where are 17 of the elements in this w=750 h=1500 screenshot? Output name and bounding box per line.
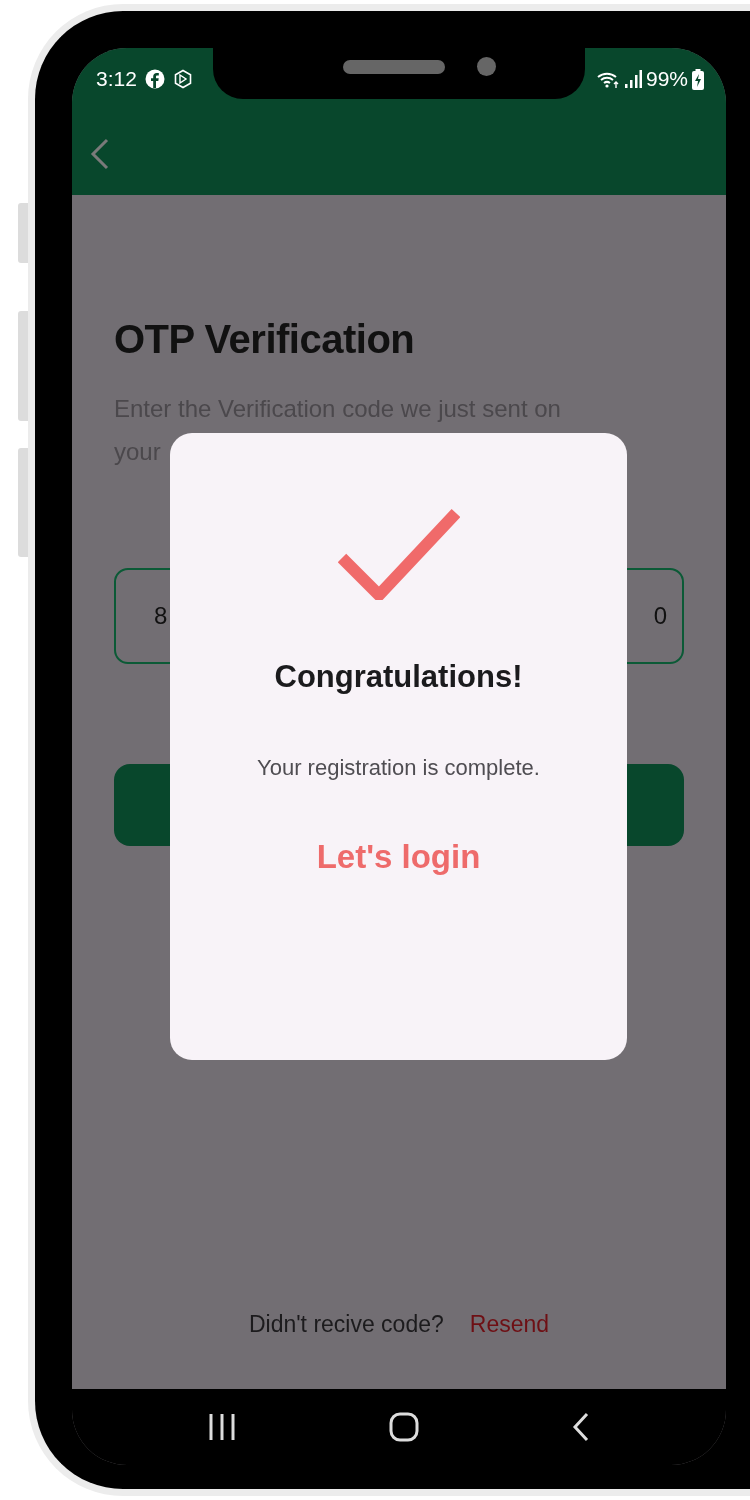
login-button[interactable]: Let's login	[316, 831, 481, 881]
dialog-title: Congratulations!	[274, 658, 523, 696]
home-icon[interactable]	[389, 1412, 419, 1442]
circle-f-icon	[144, 69, 165, 89]
battery-percent: 99%	[645, 66, 688, 93]
signal-icon	[623, 69, 642, 89]
status-time: 3:12	[96, 66, 137, 93]
resend-prompt: Didn't recive code?	[248, 1309, 444, 1339]
back-icon[interactable]	[571, 1412, 590, 1442]
dialog-message: Your registration is complete.	[257, 753, 540, 782]
battery-charging-icon	[692, 68, 704, 90]
hexagon-icon	[172, 69, 193, 89]
checkmark-icon	[337, 508, 460, 600]
resend-link[interactable]: Resend	[469, 1306, 550, 1341]
page-title: OTP Verification	[114, 316, 416, 363]
front-camera	[477, 57, 496, 76]
recent-apps-icon[interactable]	[208, 1414, 237, 1440]
